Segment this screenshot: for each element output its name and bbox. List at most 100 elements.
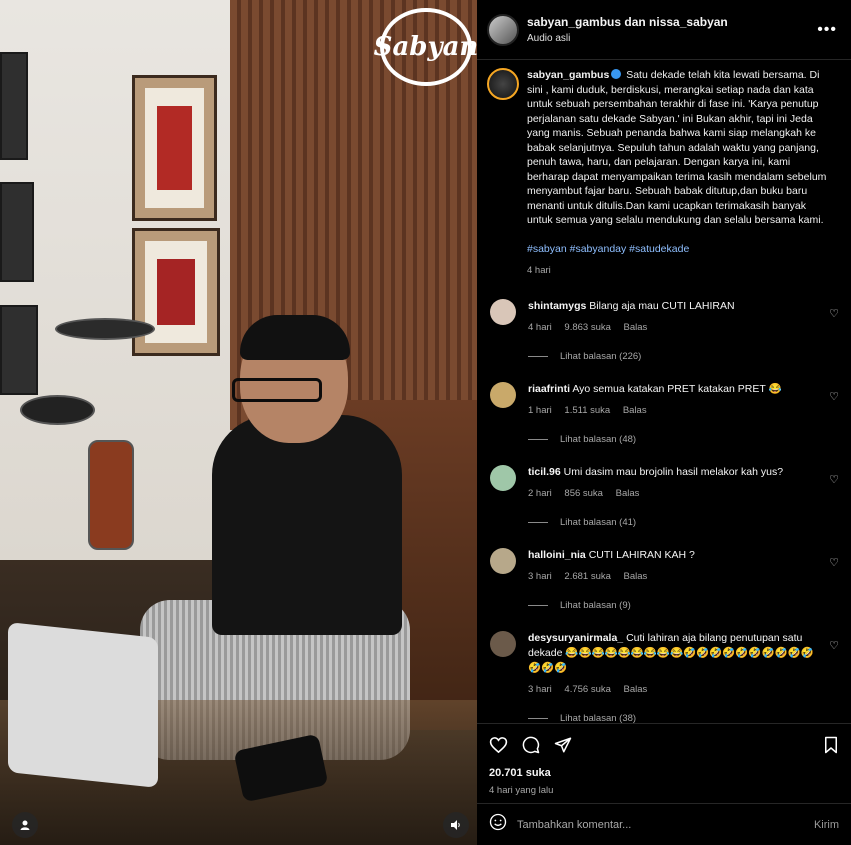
view-replies-button[interactable]: Lihat balasan (41)	[528, 517, 841, 528]
logo-text: Sabyan	[373, 32, 477, 62]
heart-icon[interactable]	[489, 736, 508, 759]
sabyan-logo: Sabyan	[374, 8, 477, 86]
audio-label[interactable]: Audio asli	[527, 33, 817, 44]
comment-row: desysuryanirmala_ Cuti lahiran aja bilan…	[487, 630, 841, 697]
speaker-icon[interactable]	[443, 812, 469, 838]
bookmark-icon[interactable]	[823, 736, 839, 759]
view-replies-label[interactable]: Lihat balasan (48)	[560, 434, 636, 445]
replies-divider	[528, 355, 548, 357]
avatar[interactable]	[490, 381, 516, 408]
comments-scroll-area[interactable]: sabyan_gambus Satu dekade telah kita lew…	[477, 60, 851, 723]
comment-username[interactable]: riaafrinti	[528, 383, 570, 395]
reply-button[interactable]: Balas	[616, 488, 640, 499]
comment-username[interactable]: shintamygs	[528, 300, 586, 312]
view-replies-label[interactable]: Lihat balasan (9)	[560, 600, 631, 611]
avatar[interactable]	[487, 68, 519, 100]
verified-badge-icon	[611, 69, 622, 79]
add-comment-bar: Kirim	[477, 803, 851, 845]
avatar[interactable]	[490, 630, 516, 657]
ellipsis-icon[interactable]: •••	[817, 21, 837, 39]
comment-input[interactable]	[517, 818, 814, 831]
comment-meta: 3 hari 2.681 suka Balas	[528, 569, 819, 584]
comment-list: shintamygs Bilang aja mau CUTI LAHIRAN 4…	[487, 298, 841, 724]
comment-text: Ayo semua katakan PRET katakan PRET 😂	[572, 382, 782, 395]
emoji-icon[interactable]	[489, 813, 507, 836]
comment-body: riaafrinti Ayo semua katakan PRET kataka…	[528, 382, 841, 418]
replies-divider	[528, 717, 548, 719]
conga-drum	[88, 440, 134, 550]
view-replies-button[interactable]: Lihat balasan (226)	[528, 351, 841, 362]
drum	[20, 395, 95, 425]
share-icon[interactable]	[554, 736, 572, 759]
comment-time: 3 hari	[528, 570, 552, 582]
comment-meta: 4 hari 9.863 suka Balas	[528, 320, 819, 335]
wall-frame	[0, 52, 28, 160]
comment-likes[interactable]: 856 suka	[564, 488, 603, 499]
view-replies-label[interactable]: Lihat balasan (41)	[560, 517, 636, 528]
caption-username[interactable]: sabyan_gambus	[527, 69, 609, 81]
comment-username[interactable]: ticil.96	[528, 466, 561, 478]
view-replies-label[interactable]: Lihat balasan (38)	[560, 713, 636, 724]
comment-time: 3 hari	[528, 683, 552, 695]
wall-frame	[0, 182, 34, 282]
post-caption: sabyan_gambus Satu dekade telah kita lew…	[487, 68, 841, 279]
reply-button[interactable]: Balas	[623, 405, 647, 416]
comment-likes[interactable]: 4.756 suka	[564, 684, 610, 695]
comment-likes[interactable]: 9.863 suka	[564, 322, 610, 333]
comment-item: ticil.96 Umi dasim mau brojolin hasil me…	[487, 464, 841, 528]
comment-icon[interactable]	[522, 736, 540, 759]
tablet	[8, 622, 158, 788]
instagram-post-view: Sabyan sabyan_gambus dan nissa_sabyan Au…	[0, 0, 851, 845]
comment-text: Umi dasim mau brojolin hasil melakor kah…	[563, 465, 784, 478]
view-replies-button[interactable]: Lihat balasan (48)	[528, 434, 841, 445]
comment-body: desysuryanirmala_ Cuti lahiran aja bilan…	[528, 631, 841, 697]
person-body	[212, 415, 402, 635]
avatar[interactable]	[487, 13, 519, 46]
comment-row: shintamygs Bilang aja mau CUTI LAHIRAN 4…	[487, 298, 841, 335]
replies-divider	[528, 438, 548, 440]
submit-comment-button[interactable]: Kirim	[814, 819, 839, 831]
comment-meta: 3 hari 4.756 suka Balas	[528, 682, 819, 697]
person-glasses	[232, 378, 322, 402]
comment-row: ticil.96 Umi dasim mau brojolin hasil me…	[487, 464, 841, 501]
comment-username[interactable]: halloini_nia	[528, 549, 586, 561]
comment-likes[interactable]: 1.511 suka	[564, 405, 610, 416]
comment-meta: 1 hari 1.511 suka Balas	[528, 403, 819, 418]
comment-item: shintamygs Bilang aja mau CUTI LAHIRAN 4…	[487, 298, 841, 362]
heart-icon[interactable]: ♡	[829, 639, 839, 652]
caption-body: sabyan_gambus Satu dekade telah kita lew…	[527, 68, 841, 279]
comment-username[interactable]: desysuryanirmala_	[528, 632, 623, 644]
post-header: sabyan_gambus dan nissa_sabyan Audio asl…	[477, 0, 851, 60]
heart-icon[interactable]: ♡	[829, 307, 839, 320]
comment-body: shintamygs Bilang aja mau CUTI LAHIRAN 4…	[528, 299, 841, 335]
reply-button[interactable]: Balas	[624, 322, 648, 333]
comment-meta: 2 hari 856 suka Balas	[528, 486, 819, 501]
wall-painting	[132, 228, 220, 356]
post-actions: 20.701 suka 4 hari yang lalu	[477, 723, 851, 803]
replies-divider	[528, 521, 548, 523]
comment-row: halloini_nia CUTI LAHIRAN KAH ? 3 hari 2…	[487, 547, 841, 584]
post-sidebar: sabyan_gambus dan nissa_sabyan Audio asl…	[477, 0, 851, 845]
avatar[interactable]	[490, 298, 516, 325]
view-replies-button[interactable]: Lihat balasan (38)	[528, 713, 841, 724]
caption-hashtags[interactable]: #sabyan #sabyanday #satudekade	[527, 242, 833, 257]
post-date: 4 hari yang lalu	[489, 785, 554, 796]
comment-likes[interactable]: 2.681 suka	[564, 571, 610, 582]
comment-text: Bilang aja mau CUTI LAHIRAN	[589, 299, 735, 312]
heart-icon[interactable]: ♡	[829, 390, 839, 403]
view-replies-button[interactable]: Lihat balasan (9)	[528, 600, 841, 611]
user-tag-icon[interactable]	[12, 812, 38, 838]
video-player[interactable]: Sabyan	[0, 0, 477, 845]
caption-time: 4 hari	[527, 265, 551, 276]
reply-button[interactable]: Balas	[624, 684, 648, 695]
heart-icon[interactable]: ♡	[829, 473, 839, 486]
reply-button[interactable]: Balas	[624, 571, 648, 582]
avatar[interactable]	[490, 464, 516, 491]
like-count[interactable]: 20.701 suka	[489, 767, 839, 779]
wall-frame	[0, 305, 38, 395]
heart-icon[interactable]: ♡	[829, 556, 839, 569]
avatar[interactable]	[490, 547, 516, 574]
wall-painting	[132, 75, 217, 221]
view-replies-label[interactable]: Lihat balasan (226)	[560, 351, 641, 362]
post-author-title[interactable]: sabyan_gambus dan nissa_sabyan	[527, 15, 817, 29]
